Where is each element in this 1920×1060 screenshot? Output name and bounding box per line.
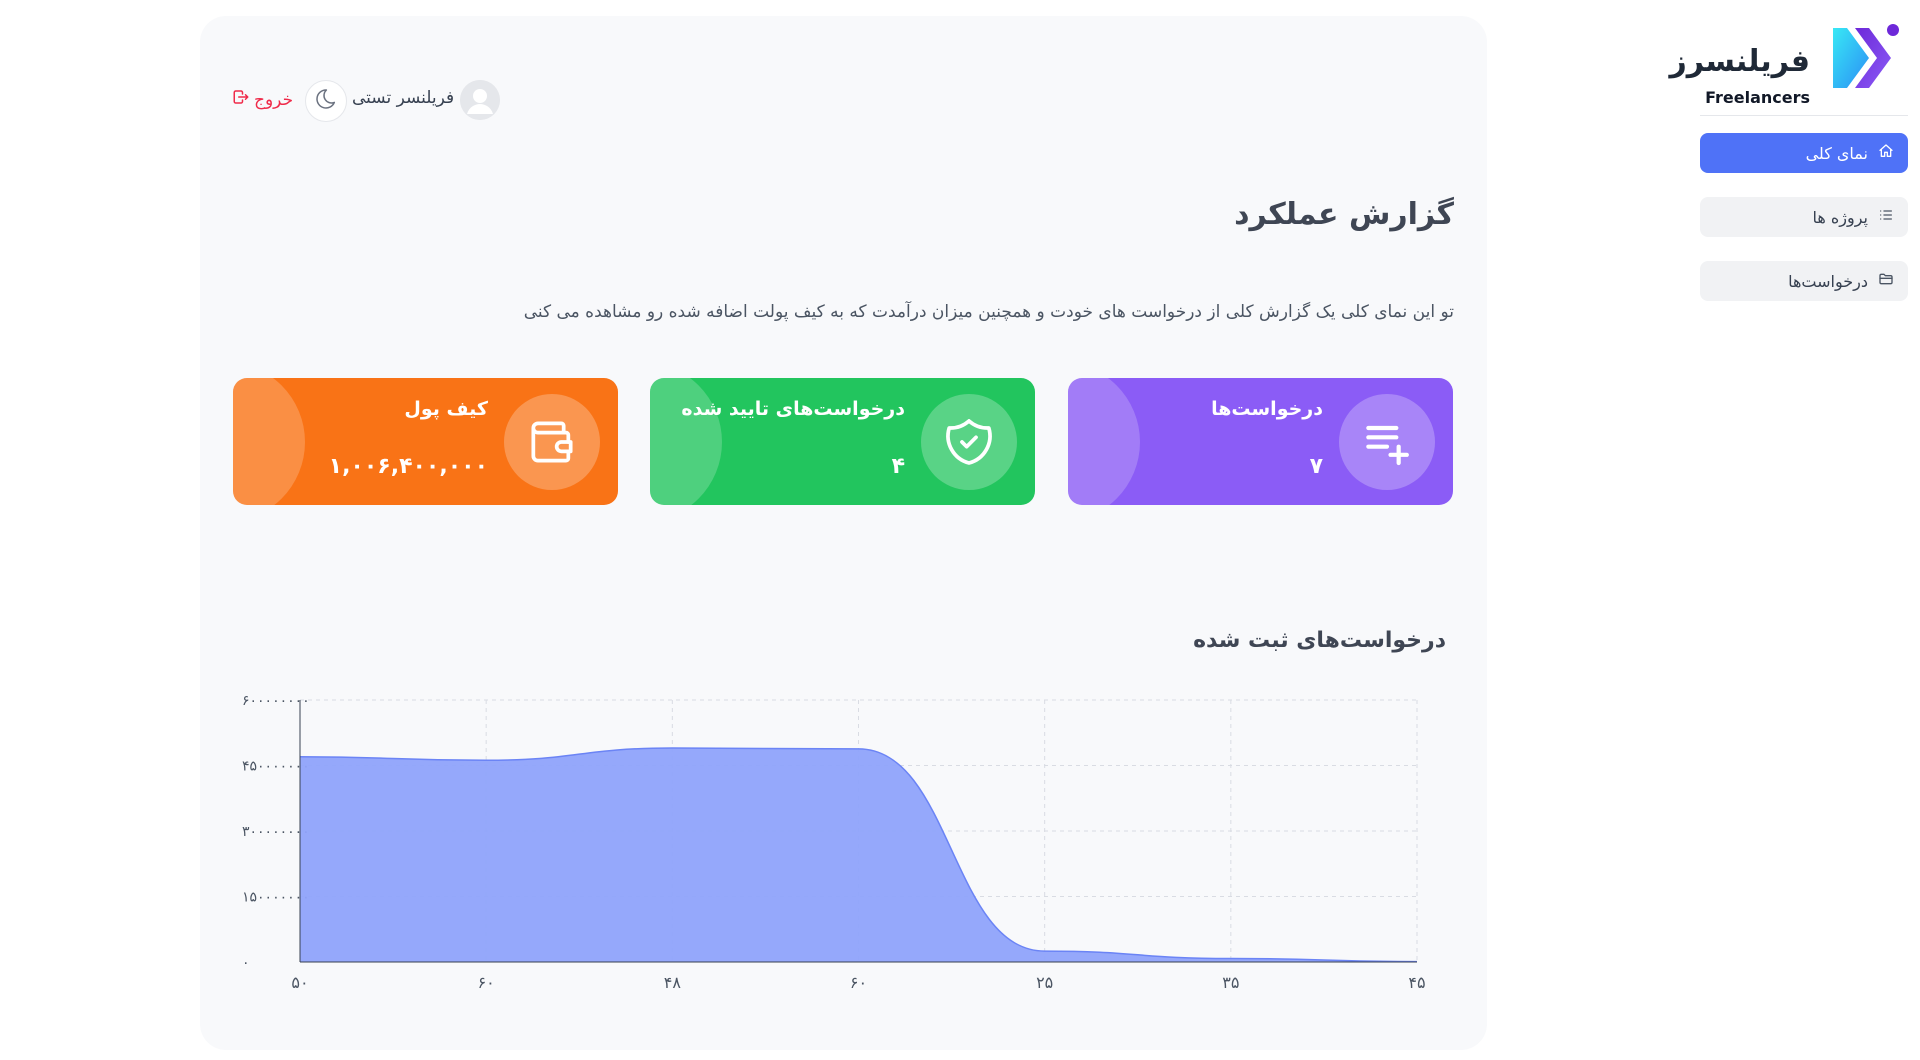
y-tick-label: ۰ (242, 955, 250, 971)
moon-icon (314, 87, 338, 115)
logout-label: خروج (254, 89, 294, 110)
sidebar-divider (1700, 115, 1908, 116)
shield-check-icon (921, 394, 1017, 490)
sidebar-item-label: نمای کلی (1805, 143, 1868, 163)
card-title: درخواست‌های تایید شده (681, 398, 905, 420)
card-value: ۷ (1309, 454, 1323, 479)
page-description: تو این نمای کلی یک گزارش کلی از درخواست … (523, 302, 1454, 322)
sidebar-item-label: درخواست‌ها (1788, 271, 1868, 291)
card-decoration (1068, 378, 1140, 505)
x-tick-label: ۵۰ (291, 973, 308, 992)
card-decoration (233, 378, 305, 505)
home-icon (1878, 143, 1894, 163)
x-tick-label: ۲۵ (1036, 973, 1053, 992)
logout-button[interactable]: خروج (232, 88, 293, 111)
sidebar-item-label: پروژه ها (1812, 207, 1868, 227)
user-name: فریلنسر تستی (352, 88, 455, 108)
wallet-icon (504, 394, 600, 490)
avatar[interactable] (460, 80, 500, 120)
logo[interactable]: فریلنسرز Freelancers (1669, 20, 1905, 107)
playlist-add-icon (1339, 394, 1435, 490)
requests-area-chart: ۰۱۵۰۰۰۰۰۰۰۳۰۰۰۰۰۰۰۰۴۵۰۰۰۰۰۰۰۶۰۰۰۰۰۰۰۰۵۰ ۶… (242, 693, 1426, 992)
logo-icon (1833, 24, 1899, 88)
x-tick-label: ۴۸ (664, 973, 682, 992)
series-area (300, 748, 1417, 962)
logout-icon (232, 88, 250, 111)
sidebar-item-requests[interactable]: درخواست‌ها (1700, 261, 1908, 301)
sidebar-item-projects[interactable]: پروژه ها (1700, 197, 1908, 237)
requests-card: درخواست‌ها ۷ (1068, 378, 1453, 505)
x-tick-label: ۳۵ (1222, 973, 1239, 992)
card-title: کیف پول (404, 398, 488, 420)
logo-text-en: Freelancers (1705, 88, 1810, 107)
card-title: درخواست‌ها (1211, 398, 1323, 420)
wallet-card: کیف پول ۱,۰۰۶,۴۰۰,۰۰۰ (233, 378, 618, 505)
approved-requests-card: درخواست‌های تایید شده ۴ (650, 378, 1035, 505)
logo-text-fa: فریلنسرز (1669, 44, 1810, 79)
card-value: ۱,۰۰۶,۴۰۰,۰۰۰ (328, 454, 488, 479)
folder-icon (1878, 271, 1894, 291)
chart-title: درخواست‌های ثبت شده (1193, 628, 1446, 653)
x-tick-label: ۴۵ (1408, 973, 1425, 992)
x-tick-label: ۶۰ (478, 973, 495, 992)
x-tick-label: ۶۰ (850, 973, 867, 992)
list-icon (1878, 207, 1894, 227)
page-title: گزارش عملکرد (1234, 197, 1454, 232)
dark-mode-toggle[interactable] (305, 80, 347, 122)
card-value: ۴ (891, 454, 905, 479)
sidebar-item-overview[interactable]: نمای کلی (1700, 133, 1908, 173)
